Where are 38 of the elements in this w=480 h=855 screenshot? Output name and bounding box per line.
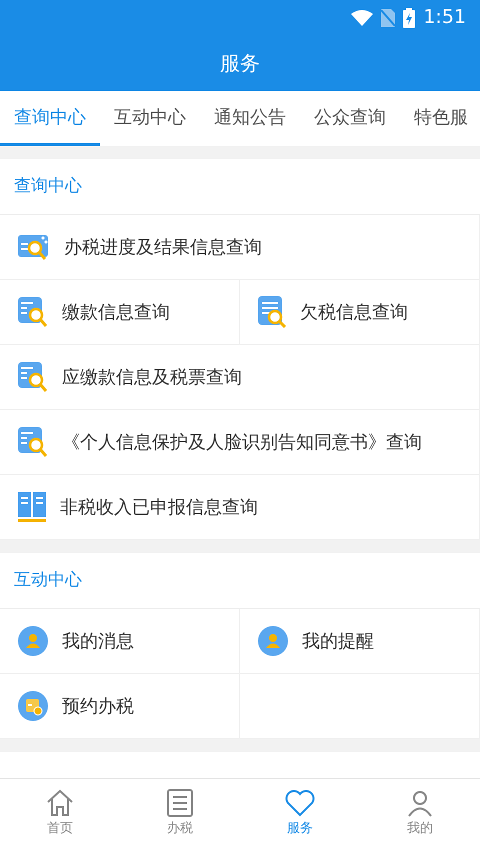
menu-item[interactable]: 非税收入已申报信息查询 bbox=[0, 475, 480, 540]
calendar-icon bbox=[18, 691, 48, 721]
menu-item[interactable]: 办税进度及结果信息查询 bbox=[0, 215, 480, 280]
document-search-icon bbox=[18, 427, 48, 457]
menu-item[interactable]: 《个人信息保护及人脸识别告知同意书》查询 bbox=[0, 410, 480, 475]
battery-icon bbox=[403, 8, 416, 28]
wifi-icon bbox=[351, 9, 374, 26]
nav-tab[interactable]: 服务 bbox=[240, 779, 360, 855]
section-heading: 查询中心 bbox=[14, 174, 82, 198]
menu-item[interactable]: 我的提醒 bbox=[240, 609, 480, 674]
user-icon bbox=[258, 626, 288, 656]
nav-tab[interactable]: 办税 bbox=[120, 779, 240, 855]
nav-tab[interactable]: 我的 bbox=[360, 779, 480, 855]
list-icon bbox=[167, 789, 193, 817]
tab[interactable]: 查询中心 bbox=[0, 91, 100, 146]
document-search-icon bbox=[18, 362, 48, 392]
home-icon bbox=[46, 789, 74, 817]
tab[interactable]: 通知公告 bbox=[200, 91, 300, 146]
document-search-icon bbox=[18, 297, 48, 327]
nav-tab[interactable]: 首页 bbox=[0, 779, 120, 855]
tab[interactable]: 特色服 bbox=[400, 91, 480, 146]
status-time: 1:51 bbox=[423, 5, 466, 30]
section-heading: 互动中心 bbox=[14, 568, 82, 592]
book-icon bbox=[18, 492, 46, 522]
person-icon bbox=[406, 789, 434, 817]
tab[interactable]: 公众查询 bbox=[300, 91, 400, 146]
menu-item[interactable]: 应缴款信息及税票查询 bbox=[0, 345, 480, 410]
tab[interactable]: 互动中心 bbox=[100, 91, 200, 146]
document-search-icon bbox=[18, 233, 50, 261]
document-search-icon bbox=[258, 296, 286, 328]
user-icon bbox=[18, 626, 48, 656]
menu-item[interactable]: 预约办税 bbox=[0, 674, 240, 739]
no-sim-icon bbox=[381, 8, 396, 26]
menu-item[interactable]: 欠税信息查询 bbox=[240, 280, 480, 345]
heart-icon bbox=[285, 789, 315, 817]
menu-item[interactable]: 我的消息 bbox=[0, 609, 240, 674]
screen-title: 服务 bbox=[220, 50, 260, 77]
menu-item[interactable]: 缴款信息查询 bbox=[0, 280, 240, 345]
